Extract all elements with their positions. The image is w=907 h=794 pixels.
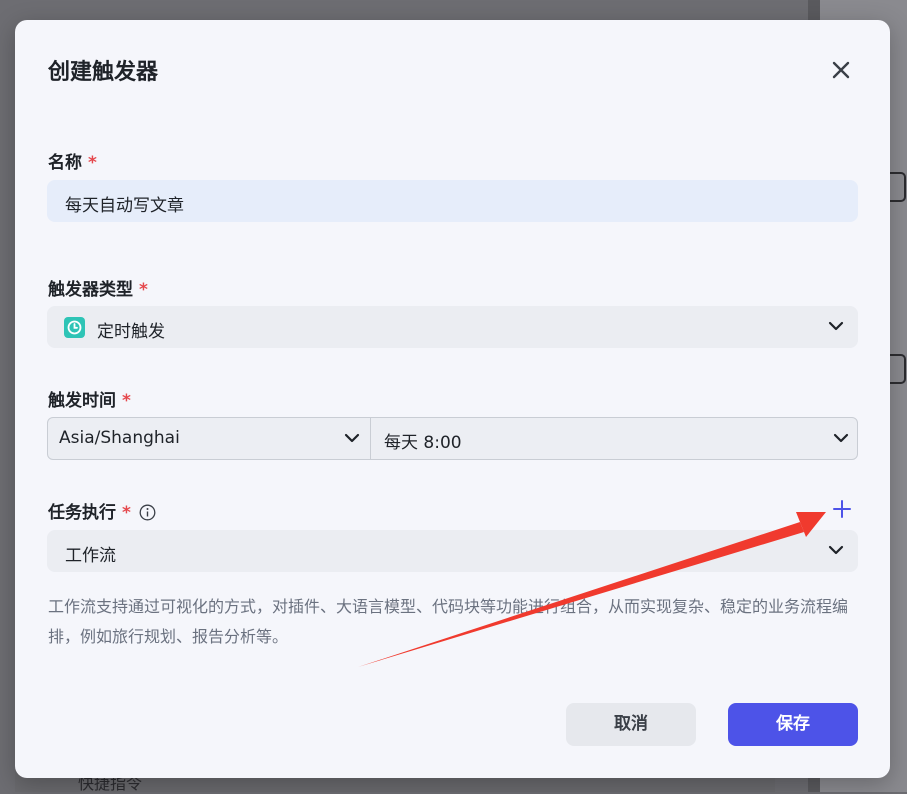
- trigger-type-select[interactable]: 定时触发: [47, 306, 858, 348]
- required-mark: *: [139, 280, 148, 300]
- chevron-down-icon: [833, 433, 849, 443]
- chevron-down-icon: [344, 433, 360, 443]
- create-trigger-dialog: 创建触发器 名称 * 每天自动写文章 触发器类型 * 定时触发 触发时间 * Asia…: [15, 20, 890, 778]
- required-mark: *: [122, 391, 131, 411]
- dialog-title: 创建触发器: [48, 60, 159, 85]
- trigger-type-label: 触发器类型 *: [48, 280, 148, 300]
- add-task-icon[interactable]: [831, 498, 853, 520]
- trigger-time-label: 触发时间 *: [48, 391, 131, 411]
- trigger-time-group: Asia/Shanghai 每天 8:00: [47, 417, 858, 460]
- timezone-select[interactable]: Asia/Shanghai: [48, 418, 370, 459]
- schedule-select[interactable]: 每天 8:00: [371, 418, 857, 459]
- timezone-value: Asia/Shanghai: [59, 428, 180, 448]
- save-button[interactable]: 保存: [728, 703, 858, 746]
- task-description: 工作流支持通过可视化的方式，对插件、大语言模型、代码块等功能进行组合，从而实现复…: [48, 597, 849, 646]
- close-icon[interactable]: [827, 56, 855, 84]
- clock-icon: [64, 317, 85, 338]
- schedule-value: 每天 8:00: [384, 433, 462, 453]
- required-mark: *: [88, 153, 97, 173]
- task-type-value: 工作流: [65, 546, 116, 566]
- name-input[interactable]: 每天自动写文章: [47, 180, 858, 222]
- name-input-value: 每天自动写文章: [65, 196, 184, 216]
- info-icon[interactable]: [139, 504, 156, 521]
- name-label: 名称 *: [48, 153, 97, 173]
- cancel-button[interactable]: 取消: [566, 703, 696, 746]
- task-execution-label: 任务执行 *: [48, 498, 156, 523]
- chevron-down-icon: [828, 545, 844, 555]
- required-mark: *: [122, 503, 131, 523]
- chevron-down-icon: [828, 321, 844, 331]
- task-type-select[interactable]: 工作流: [47, 530, 858, 572]
- trigger-type-value: 定时触发: [97, 322, 165, 342]
